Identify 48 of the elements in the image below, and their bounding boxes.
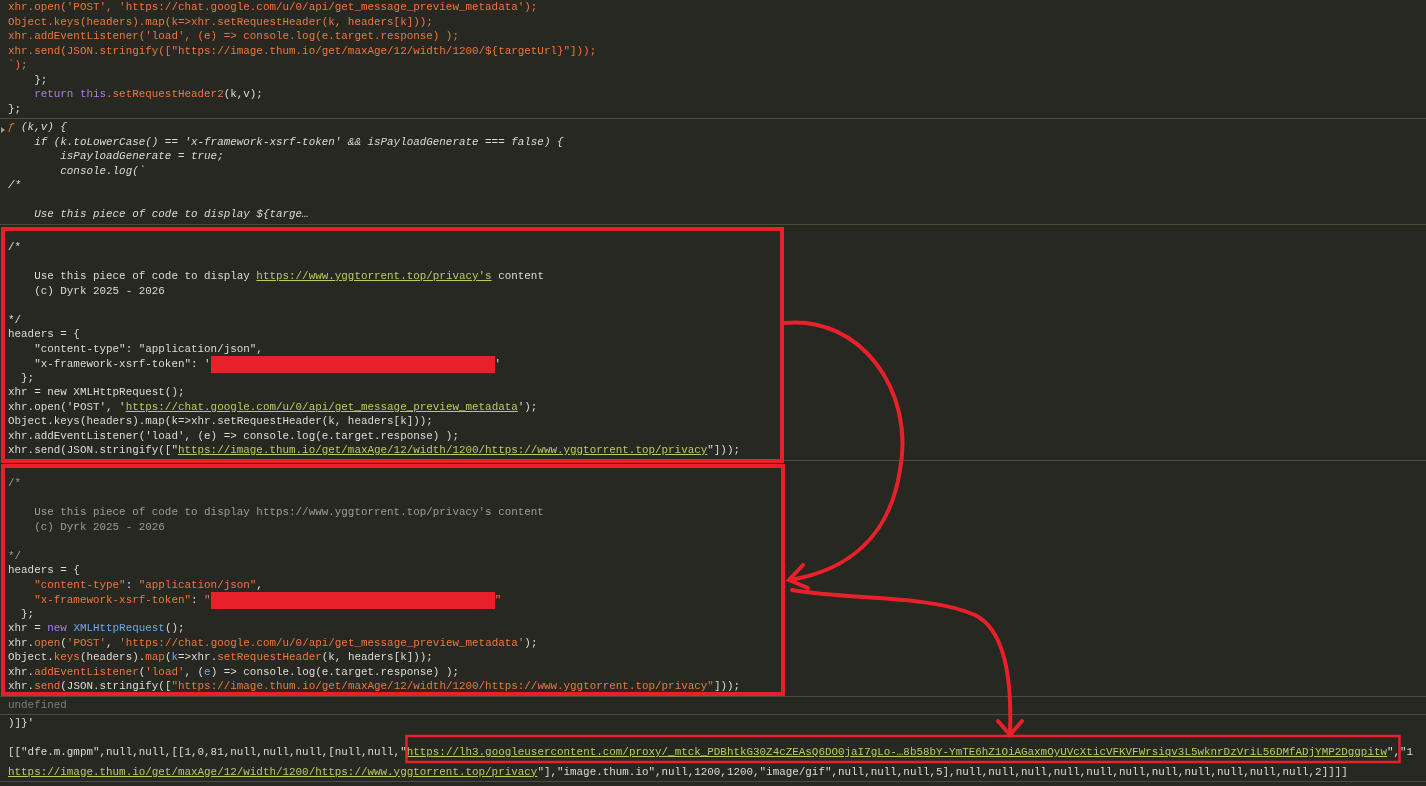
code-line: */ <box>8 548 22 563</box>
code-line: xhr.addEventListener('load', (e) => console.log(e.target.response) ); <box>8 29 459 44</box>
code-line: }; <box>20 606 35 621</box>
code-line: Use this piece of code to display ${targe… <box>33 207 309 222</box>
code-line: (c) Dyrk 2025 - 2026 <box>33 519 165 534</box>
link[interactable]: https://image.thum.io/get/maxAge/12/width/1200/https://www.yggtorrent.top/privacy <box>8 765 538 778</box>
code-line: Object.keys(headers).map(k=>xhr.setRequestHeader(k, headers[k])); <box>8 650 433 665</box>
code-line: xhr = new XMLHttpRequest(); <box>8 621 185 636</box>
code-line: }; <box>8 101 22 116</box>
code-line: }; <box>20 370 35 385</box>
link[interactable]: https://chat.google.com/u/0/api/get_message_preview_metadata <box>125 400 518 413</box>
code-line: Object.keys(headers).map(k=>xhr.setRequestHeader(k, headers[k])); <box>8 414 433 429</box>
code-line: }; <box>33 72 48 87</box>
expand-icon[interactable] <box>1 127 5 133</box>
code-line: undefined <box>8 697 67 712</box>
code-line: isPayloadGenerate = true; <box>59 149 224 164</box>
code-line: "x-framework-xsrf-token": ' ' <box>33 356 502 371</box>
code-line: )]}' <box>8 716 35 731</box>
code-line: "x-framework-xsrf-token": " " <box>33 592 502 607</box>
code-line: xhr.send(JSON.stringify(["https://image.thum.io/get/maxAge/12/width/1200/${targetUrl}"])); <box>8 43 597 58</box>
code-line: xhr.send(JSON.stringify(["https://image.thum.io/get/maxAge/12/width/1200/https://www.yggtorrent.top/privacy"])); <box>8 679 741 694</box>
code-line: xhr.open('POST', 'https://chat.google.com/u/0/api/get_message_preview_metadata'); <box>8 399 538 414</box>
code-line: `); <box>8 58 28 73</box>
code-line: (c) Dyrk 2025 - 2026 <box>33 283 165 298</box>
code-line: headers = { <box>8 563 80 578</box>
code-line: xhr.addEventListener('load', (e) => console.log(e.target.response) ); <box>8 664 459 679</box>
code-line: ƒ (k,v) { <box>8 120 67 135</box>
code-line: /* <box>8 240 22 255</box>
link[interactable]: https://image.thum.io/get/maxAge/12/width/1200/https://www.yggtorrent.top/privacy <box>177 444 708 456</box>
code-line: /* <box>8 476 22 491</box>
code-line: console.log(` <box>59 163 146 178</box>
code-line: "content-type": "application/json", <box>33 577 263 592</box>
code-line: xhr.open('POST', 'https://chat.google.com/u/0/api/get_message_preview_metadata'); <box>8 635 538 650</box>
code-line: headers = { <box>8 327 80 342</box>
code-line: xhr.addEventListener('load', (e) => console.log(e.target.response) ); <box>8 428 459 443</box>
code-line: xhr.open('POST', 'https://chat.google.com/u/0/api/get_message_preview_metadata'); <box>8 0 538 15</box>
code-line: Object.keys(headers).map(k=>xhr.setRequestHeader(k, headers[k])); <box>8 14 433 29</box>
code-line: xhr = new XMLHttpRequest(); <box>8 385 185 400</box>
code-line: */ <box>8 312 22 327</box>
code-line: "content-type": "application/json", <box>33 341 263 356</box>
code-line: Use this piece of code to display https://www.yggtorrent.top/privacy's content <box>33 505 544 520</box>
code-line: if (k.toLowerCase() == 'x-framework-xsrf-token' && isPayloadGenerate === false) { <box>33 134 564 149</box>
link[interactable]: https://www.yggtorrent.top/privacy's <box>256 270 492 282</box>
code-line: Use this piece of code to display https://www.yggtorrent.top/privacy's content <box>33 269 544 284</box>
code-line: xhr.send(JSON.stringify(["https://image.thum.io/get/maxAge/12/width/1200/https://www.yggtorrent.top/privacy"])); <box>8 443 740 458</box>
code-line: return this.setRequestHeader2(k,v); <box>33 87 263 102</box>
code-line: /* <box>8 178 22 193</box>
code-line: https://image.thum.io/get/maxAge/12/width/1200/https://www.yggtorrent.top/privacy"],"image.thum.io",null,1200,1200,"image/gif",null,null,null,5],null,null,null,null,null,null,null,null,null,null,null,2]]]] <box>8 764 1348 779</box>
